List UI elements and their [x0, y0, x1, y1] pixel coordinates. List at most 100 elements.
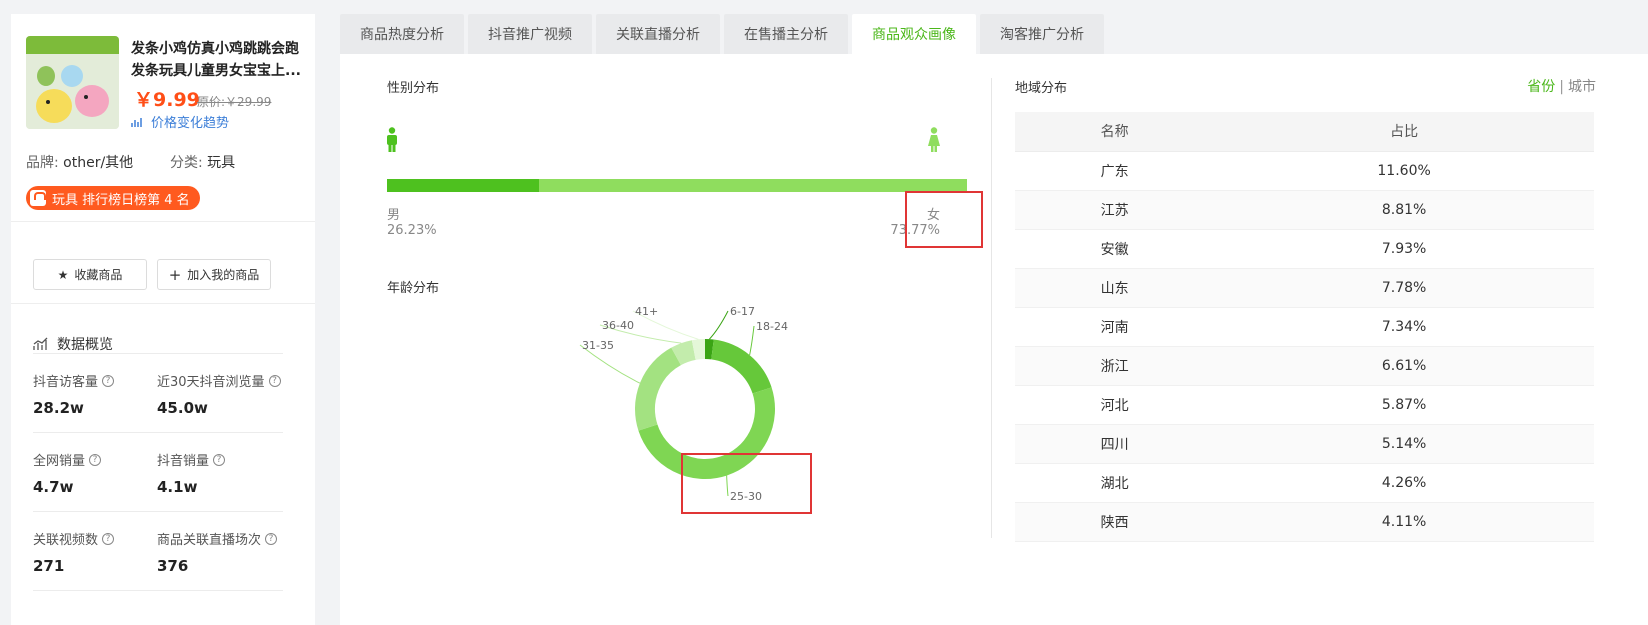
stat-value: 4.7w [33, 478, 74, 496]
tab-heat-analysis[interactable]: 商品热度分析 [340, 14, 464, 54]
plus-icon: + [168, 265, 182, 284]
tab-audience-profile[interactable]: 商品观众画像 [852, 14, 976, 54]
table-row: 河南 7.34% [1015, 307, 1594, 347]
price-trend-label: 价格变化趋势 [151, 116, 230, 131]
age-slice-18-24[interactable] [710, 339, 772, 394]
add-my-product-button[interactable]: + 加入我的商品 [157, 259, 271, 290]
region-name-cell: 湖北 [1015, 463, 1215, 503]
stat-label: 抖音销量? [157, 450, 226, 469]
tab-seller-analysis[interactable]: 在售播主分析 [724, 14, 848, 54]
stat-label: 关联视频数? [33, 529, 115, 548]
age-label: 6-17 [730, 305, 755, 318]
age-slice-36-40[interactable] [671, 340, 696, 366]
region-share-cell: 6.61% [1214, 346, 1594, 386]
favorite-button[interactable]: ★ 收藏商品 [33, 259, 147, 290]
vertical-divider [991, 78, 992, 538]
age-slice-41+[interactable] [691, 339, 706, 360]
product-thumbnail[interactable] [26, 36, 119, 129]
stat-value: 271 [33, 557, 65, 575]
region-share-cell: 7.34% [1214, 307, 1594, 347]
tab-promo-videos[interactable]: 抖音推广视频 [468, 14, 592, 54]
region-table: 名称 占比 广东 11.60% 江苏 8.81% 安徽 7.93% 山东 7.78% 河南 7.3… [1015, 112, 1594, 542]
stat-value: 45.0w [157, 399, 208, 417]
tab-live-analysis[interactable]: 关联直播分析 [596, 14, 720, 54]
favorite-button-label: 收藏商品 [74, 268, 123, 282]
table-row: 江苏 8.81% [1015, 190, 1594, 230]
region-name-cell: 山东 [1015, 268, 1215, 308]
product-title[interactable]: 发条小鸡仿真小鸡跳跳会跑 发条玩具儿童男女宝宝上... [131, 38, 307, 82]
region-name-cell: 四川 [1015, 424, 1215, 464]
stat-value: 28.2w [33, 399, 84, 417]
gender-bar [387, 179, 967, 192]
table-row: 浙江 6.61% [1015, 346, 1594, 386]
category-label: 分类: [170, 155, 203, 171]
trend-chart-icon [131, 117, 142, 127]
divider [11, 221, 315, 222]
column-header-share: 占比 [1214, 112, 1594, 152]
stat-label: 近30天抖音浏览量? [157, 371, 281, 390]
category-info: 分类: 玩具 [170, 152, 235, 172]
region-title: 地域分布 [1015, 81, 1068, 96]
highlight-box [905, 191, 983, 248]
region-share-cell: 5.87% [1214, 385, 1594, 425]
product-title-line2: 发条玩具儿童男女宝宝上... [131, 63, 301, 79]
region-share-cell: 8.81% [1214, 190, 1594, 230]
column-header-name: 名称 [1015, 112, 1215, 152]
highlight-box [681, 453, 812, 514]
table-row: 四川 5.14% [1015, 424, 1594, 464]
divider [33, 511, 283, 512]
table-row: 湖北 4.26% [1015, 463, 1594, 503]
price-trend-link[interactable]: 价格变化趋势 [131, 112, 229, 131]
table-row: 山东 7.78% [1015, 268, 1594, 308]
help-icon[interactable]: ? [89, 453, 102, 466]
male-bar-fill [387, 179, 540, 192]
age-leader-line [749, 325, 755, 356]
help-icon[interactable]: ? [213, 453, 226, 466]
original-price: 原价:￥29.99 [197, 95, 272, 109]
shopping-bag-icon [30, 190, 46, 206]
rank-badge-text: 玩具 排行榜日榜第 4 名 [52, 192, 190, 208]
stat-label: 全网销量? [33, 450, 102, 469]
gender-title: 性别分布 [387, 81, 440, 96]
province-toggle[interactable]: 省份 [1527, 79, 1555, 95]
brand-label: 品牌: [26, 155, 59, 171]
stat-label: 商品关联直播场次? [157, 529, 278, 548]
region-share-cell: 7.93% [1214, 229, 1594, 269]
help-icon[interactable]: ? [268, 374, 281, 387]
divider [33, 432, 283, 433]
star-icon: ★ [57, 267, 69, 282]
region-share-cell: 7.78% [1214, 268, 1594, 308]
divider [33, 590, 283, 591]
region-share-cell: 11.60% [1214, 151, 1594, 191]
age-slice-31-35[interactable] [635, 347, 682, 431]
product-sidebar: 发条小鸡仿真小鸡跳跳会跑 发条玩具儿童男女宝宝上... ￥9.99 原价:￥29… [11, 14, 315, 625]
region-name-cell: 河南 [1015, 307, 1215, 347]
male-icon [387, 127, 397, 152]
table-row: 广东 11.60% [1015, 151, 1594, 191]
age-label: 41+ [635, 305, 658, 318]
toggle-separator: | [1559, 79, 1564, 95]
stat-label: 抖音访客量? [33, 371, 115, 390]
region-name-cell: 河北 [1015, 385, 1215, 425]
product-title-line1: 发条小鸡仿真小鸡跳跳会跑 [131, 41, 299, 57]
brand-value: other/其他 [63, 155, 134, 171]
tab-taoke-analysis[interactable]: 淘客推广分析 [980, 14, 1104, 54]
analysis-tabs: 商品热度分析 抖音推广视频 关联直播分析 在售播主分析 商品观众画像 淘客推广分… [340, 14, 1104, 54]
age-label: 36-40 [602, 319, 634, 332]
overview-title: 数据概览 [33, 334, 113, 354]
help-icon[interactable]: ? [102, 374, 115, 387]
male-label: 男 [387, 208, 401, 223]
region-toggle: 省份 | 城市 [1527, 76, 1596, 96]
region-name-cell: 浙江 [1015, 346, 1215, 386]
male-percent: 26.23% [387, 223, 437, 238]
city-toggle[interactable]: 城市 [1568, 79, 1596, 95]
age-label: 31-35 [582, 339, 614, 352]
region-share-cell: 4.26% [1214, 463, 1594, 503]
help-icon[interactable]: ? [265, 532, 278, 545]
region-name-cell: 陕西 [1015, 502, 1215, 542]
data-chart-icon [33, 337, 48, 350]
category-value: 玩具 [207, 155, 236, 171]
rank-badge[interactable]: 玩具 排行榜日榜第 4 名 [26, 186, 200, 210]
help-icon[interactable]: ? [102, 532, 115, 545]
table-row: 陕西 4.11% [1015, 502, 1594, 542]
